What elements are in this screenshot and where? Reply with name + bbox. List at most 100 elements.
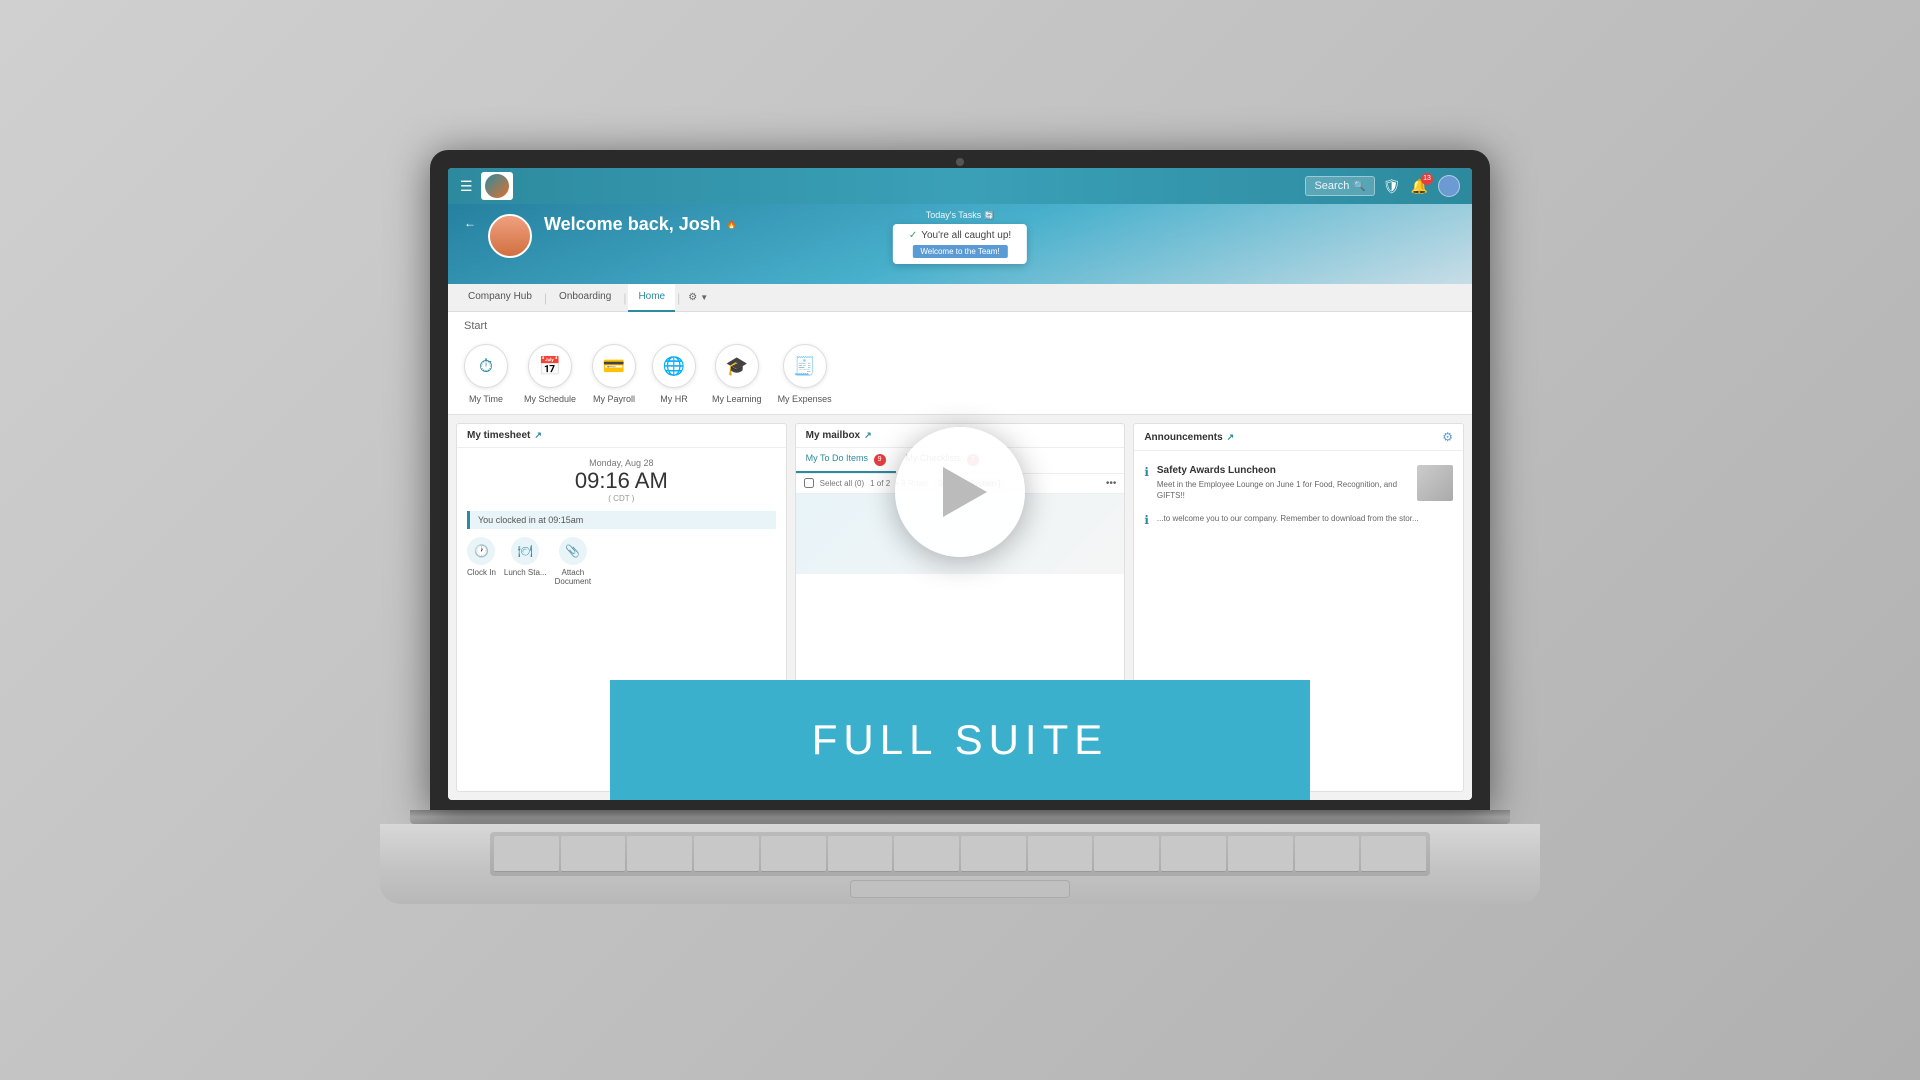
clock-in-action[interactable]: 🕐 Clock In — [467, 537, 496, 586]
tab-onboarding[interactable]: Onboarding — [549, 284, 621, 312]
nav-settings[interactable]: ⚙ ▼ — [682, 292, 714, 303]
avatar-image — [490, 216, 530, 256]
start-section: Start ⏱ My Time 📅 My Schedule — [448, 312, 1472, 415]
attach-action[interactable]: 📎 AttachDocument — [555, 537, 591, 586]
caught-up-box: ✓ You're all caught up! Welcome to the T… — [893, 224, 1027, 264]
full-suite-text: FULL SUITE — [812, 716, 1109, 764]
key-7[interactable] — [894, 836, 959, 872]
timesheet-content: Monday, Aug 28 09:16 AM ( CDT ) You cloc… — [457, 448, 786, 596]
select-all-label: Select all (0) — [820, 479, 864, 488]
quick-links: ⏱ My Time 📅 My Schedule 💳 My Payroll — [464, 340, 1456, 408]
key-8[interactable] — [961, 836, 1026, 872]
tab-todo-items[interactable]: My To Do Items 9 — [796, 448, 896, 473]
key-14[interactable] — [1361, 836, 1426, 872]
select-all-checkbox[interactable] — [804, 478, 814, 488]
user-avatar[interactable] — [1438, 175, 1460, 197]
my-schedule-icon: 📅 — [528, 344, 572, 388]
announcement-image-1 — [1417, 465, 1453, 501]
check-icon: ✓ — [909, 230, 917, 241]
nav-separator-1: | — [544, 291, 547, 305]
announcement-text-1: Meet in the Employee Lounge on June 1 fo… — [1157, 479, 1409, 501]
back-arrow[interactable]: ← — [464, 216, 476, 230]
tab-checklists[interactable]: My Checklists 7 — [896, 448, 989, 473]
my-payroll-label: My Payroll — [593, 394, 635, 404]
announcements-link[interactable]: ↗ — [1227, 432, 1235, 443]
key-5[interactable] — [761, 836, 826, 872]
my-learning-label: My Learning — [712, 394, 762, 404]
key-11[interactable] — [1161, 836, 1226, 872]
screen: ☰ Search 🔍 🛡 — [448, 168, 1472, 800]
info-icon-1: ℹ — [1144, 465, 1149, 501]
saved-badge: Saved: [ System ] — [934, 478, 1005, 489]
key-1[interactable] — [494, 836, 559, 872]
screen-bezel: ☰ Search 🔍 🛡 — [430, 150, 1490, 810]
search-text: Search — [1314, 180, 1349, 192]
key-13[interactable] — [1295, 836, 1360, 872]
attach-icon: 📎 — [559, 537, 587, 565]
my-time-icon: ⏱ — [464, 344, 508, 388]
announcement-title-1: Safety Awards Luncheon — [1157, 465, 1409, 476]
my-hr-label: My HR — [660, 394, 688, 404]
my-payroll-icon: 💳 — [592, 344, 636, 388]
welcome-team-badge: Welcome to the Team! — [912, 245, 1007, 258]
key-9[interactable] — [1028, 836, 1093, 872]
key-2[interactable] — [561, 836, 626, 872]
start-label: Start — [464, 320, 1456, 332]
clock-in-label: Clock In — [467, 568, 496, 577]
attach-label: AttachDocument — [555, 568, 591, 586]
mailbox-tabs: My To Do Items 9 My Checklists 7 — [796, 448, 1125, 474]
app-header: ☰ Search 🔍 🛡 — [448, 168, 1472, 204]
quick-link-my-payroll[interactable]: 💳 My Payroll — [592, 344, 636, 404]
quick-link-my-hr[interactable]: 🌐 My HR — [652, 344, 696, 404]
lunch-label: Lunch Sta... — [504, 568, 547, 577]
bell-icon[interactable]: 🔔 13 — [1411, 178, 1428, 195]
quick-link-my-learning[interactable]: 🎓 My Learning — [712, 344, 762, 404]
my-expenses-label: My Expenses — [778, 394, 832, 404]
timesheet-actions: 🕐 Clock In 🍽 Lunch Sta... — [467, 537, 776, 586]
announcements-settings-icon[interactable]: ⚙ — [1442, 430, 1453, 444]
quick-link-my-expenses[interactable]: 🧾 My Expenses — [778, 344, 832, 404]
timesheet-title-text: My timesheet — [467, 430, 530, 441]
trackpad[interactable] — [850, 880, 1070, 898]
settings-cog-icon: ⚙ — [688, 292, 697, 303]
profile-avatar — [488, 214, 532, 258]
key-12[interactable] — [1228, 836, 1293, 872]
key-6[interactable] — [828, 836, 893, 872]
quick-link-my-time[interactable]: ⏱ My Time — [464, 344, 508, 404]
quick-link-my-schedule[interactable]: 📅 My Schedule — [524, 344, 576, 404]
mailbox-link[interactable]: ↗ — [864, 430, 872, 441]
logo-box — [481, 172, 513, 200]
rows-label: • 9 Rows — [896, 479, 928, 488]
key-4[interactable] — [694, 836, 759, 872]
time-display: 09:16 AM — [467, 468, 776, 494]
tab-company-hub[interactable]: Company Hub — [458, 284, 542, 312]
refresh-icon[interactable]: 🔄 — [984, 211, 994, 220]
mailbox-body — [796, 494, 1125, 574]
key-10[interactable] — [1094, 836, 1159, 872]
nav-separator-3: | — [677, 291, 680, 305]
welcome-section: Welcome back, Josh 🔥 — [544, 214, 737, 235]
hamburger-icon[interactable]: ☰ — [460, 178, 473, 195]
announcements-title-text: Announcements — [1144, 432, 1222, 443]
caught-up-label: You're all caught up! — [921, 230, 1011, 241]
announcement-body-2: ...to welcome you to our company. Rememb… — [1157, 513, 1453, 527]
welcome-text: Welcome back, Josh 🔥 — [544, 214, 737, 235]
search-icon[interactable]: 🔍 — [1353, 181, 1365, 192]
laptop: ☰ Search 🔍 🛡 — [380, 150, 1540, 930]
key-3[interactable] — [627, 836, 692, 872]
laptop-hinge — [410, 810, 1510, 824]
lunch-action[interactable]: 🍽 Lunch Sta... — [504, 537, 547, 586]
search-input-wrap[interactable]: Search 🔍 — [1305, 176, 1374, 196]
clocked-in-bar: You clocked in at 09:15am — [467, 511, 776, 529]
my-learning-icon: 🎓 — [715, 344, 759, 388]
timesheet-link[interactable]: ↗ — [534, 430, 542, 441]
announcements-header: Announcements ↗ ⚙ — [1134, 424, 1463, 451]
my-hr-icon: 🌐 — [652, 344, 696, 388]
lunch-icon: 🍽 — [511, 537, 539, 565]
full-suite-banner: FULL SUITE — [610, 680, 1310, 800]
shield-icon[interactable]: 🛡 — [1383, 178, 1401, 195]
tab-home[interactable]: Home — [628, 284, 675, 312]
keyboard-area — [490, 832, 1430, 876]
toolbar-menu-icon[interactable]: ••• — [1106, 478, 1117, 489]
search-bar: Search 🔍 — [1305, 176, 1374, 196]
